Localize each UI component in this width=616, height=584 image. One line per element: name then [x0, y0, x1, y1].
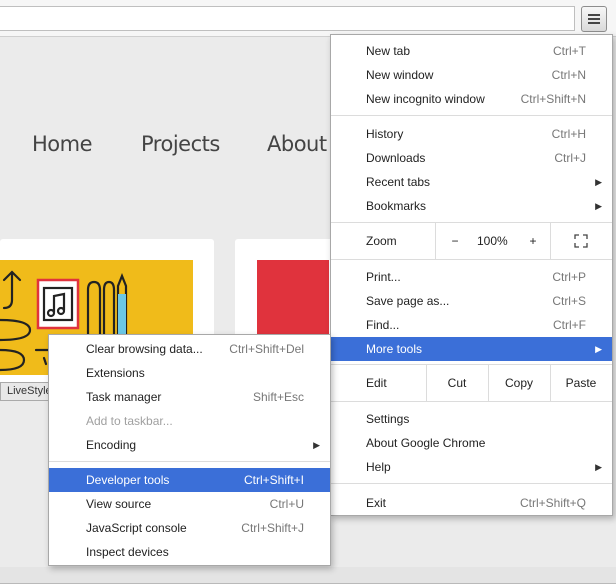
menu-item-history[interactable]: History Ctrl+H: [331, 122, 612, 146]
menu-item-help[interactable]: Help ▶: [331, 455, 612, 479]
menu-item-recent-tabs[interactable]: Recent tabs ▶: [331, 170, 612, 194]
menu-item-bookmarks[interactable]: Bookmarks ▶: [331, 194, 612, 218]
menu-item-new-incognito[interactable]: New incognito window Ctrl+Shift+N: [331, 87, 612, 111]
menu-item-shortcut: Ctrl+F: [553, 318, 586, 332]
menu-item-shortcut: Ctrl+N: [551, 68, 586, 82]
menu-item-print[interactable]: Print... Ctrl+P: [331, 265, 612, 289]
menu-item-save-page[interactable]: Save page as... Ctrl+S: [331, 289, 612, 313]
menu-item-label: Bookmarks: [366, 199, 427, 213]
menu-item-label: Save page as...: [366, 294, 450, 308]
submenu-arrow-icon: ▶: [595, 177, 602, 187]
zoom-label: Zoom: [366, 234, 397, 248]
menu-separator: [331, 483, 612, 484]
hamburger-menu-icon: [588, 14, 600, 24]
menu-item-developer-tools[interactable]: Developer tools Ctrl+Shift+I: [49, 468, 330, 492]
fullscreen-button[interactable]: [569, 223, 593, 262]
menu-separator: [331, 401, 612, 402]
menu-item-shortcut: Ctrl+U: [269, 497, 304, 511]
nav-home[interactable]: Home: [32, 132, 93, 156]
menu-item-shortcut: Shift+Esc: [252, 390, 304, 404]
menu-item-label: History: [366, 127, 404, 141]
menu-item-shortcut: Ctrl+Shift+Q: [519, 496, 586, 510]
menu-item-task-manager[interactable]: Task manager Shift+Esc: [49, 385, 330, 409]
submenu-arrow-icon: ▶: [595, 201, 602, 211]
menu-item-shortcut: Ctrl+Shift+J: [241, 521, 304, 535]
menu-item-label: About Google Chrome: [366, 436, 486, 450]
menu-item-settings[interactable]: Settings: [331, 407, 612, 431]
edit-label: Edit: [366, 376, 387, 390]
menu-item-label: Task manager: [86, 390, 162, 404]
tooltip: LiveStyle: [0, 382, 50, 401]
menu-item-shortcut: Ctrl+H: [551, 127, 586, 141]
zoom-row: Zoom − 100% +: [331, 223, 612, 259]
menu-item-label: Settings: [366, 412, 410, 426]
menu-item-label: Developer tools: [86, 473, 170, 487]
menu-item-encoding[interactable]: Encoding ▶: [49, 433, 330, 457]
address-bar[interactable]: [0, 6, 575, 31]
menu-item-exit[interactable]: Exit Ctrl+Shift+Q: [331, 491, 612, 515]
menu-item-label: JavaScript console: [86, 521, 187, 535]
menu-item-label: Extensions: [86, 366, 145, 380]
menu-item-view-source[interactable]: View source Ctrl+U: [49, 492, 330, 516]
page-footer-strip: [0, 567, 616, 583]
menu-separator: [331, 115, 612, 116]
submenu-arrow-icon: ▶: [595, 462, 602, 472]
menu-item-label: Add to taskbar...: [86, 414, 173, 428]
menu-separator: [331, 259, 612, 260]
menu-item-clear-browsing-data[interactable]: Clear browsing data... Ctrl+Shift+Del: [49, 337, 330, 361]
menu-separator: [49, 461, 330, 462]
cell-divider: [435, 223, 436, 259]
menu-item-label: New tab: [366, 44, 411, 58]
copy-button[interactable]: Copy: [489, 365, 549, 401]
menu-item-shortcut: Ctrl+S: [552, 294, 586, 308]
edit-row: Edit Cut Copy Paste: [331, 365, 612, 401]
menu-item-shortcut: Ctrl+Shift+N: [520, 92, 586, 106]
menu-item-label: Recent tabs: [366, 175, 431, 189]
menu-item-new-tab[interactable]: New tab Ctrl+T: [331, 39, 612, 63]
menu-item-label: Inspect devices: [86, 545, 169, 559]
menu-item-label: Exit: [366, 496, 387, 510]
fullscreen-icon: [574, 234, 588, 248]
menu-item-label: Downloads: [366, 151, 426, 165]
menu-item-downloads[interactable]: Downloads Ctrl+J: [331, 146, 612, 170]
cell-divider: [550, 223, 551, 259]
zoom-out-button[interactable]: −: [443, 223, 467, 259]
menu-item-shortcut: Ctrl+P: [552, 270, 586, 284]
menu-item-label: Help: [366, 460, 391, 474]
menu-item-label: View source: [86, 497, 152, 511]
menu-item-label: More tools: [366, 342, 423, 356]
submenu-arrow-icon: ▶: [313, 440, 320, 450]
cut-button[interactable]: Cut: [427, 365, 487, 401]
zoom-in-button[interactable]: +: [521, 223, 545, 259]
menu-item-about[interactable]: About Google Chrome: [331, 431, 612, 455]
menu-item-add-to-taskbar: Add to taskbar...: [49, 409, 330, 433]
menu-item-label: Print...: [366, 270, 401, 284]
menu-item-label: New incognito window: [366, 92, 485, 106]
paste-button[interactable]: Paste: [551, 365, 611, 401]
menu-item-shortcut: Ctrl+Shift+I: [243, 473, 304, 487]
menu-item-new-window[interactable]: New window Ctrl+N: [331, 63, 612, 87]
menu-item-javascript-console[interactable]: JavaScript console Ctrl+Shift+J: [49, 516, 330, 540]
menu-item-shortcut: Ctrl+Shift+Del: [229, 342, 304, 356]
menu-item-label: New window: [366, 68, 434, 82]
menu-item-find[interactable]: Find... Ctrl+F: [331, 313, 612, 337]
zoom-level: 100%: [477, 234, 508, 248]
nav-about[interactable]: About: [267, 132, 327, 156]
menu-item-label: Find...: [366, 318, 400, 332]
more-tools-submenu: Clear browsing data... Ctrl+Shift+Del Ex…: [48, 334, 331, 566]
menu-item-label: Clear browsing data...: [86, 342, 203, 356]
menu-item-label: Encoding: [86, 438, 137, 452]
submenu-arrow-icon: ▶: [595, 344, 602, 354]
menu-item-shortcut: Ctrl+T: [553, 44, 586, 58]
nav-projects[interactable]: Projects: [141, 132, 220, 156]
menu-item-extensions[interactable]: Extensions: [49, 361, 330, 385]
menu-item-more-tools[interactable]: More tools ▶: [331, 337, 612, 361]
menu-item-inspect-devices[interactable]: Inspect devices: [49, 540, 330, 564]
chrome-menu-button[interactable]: [581, 6, 607, 32]
browser-toolbar: [0, 0, 616, 37]
chrome-main-menu: New tab Ctrl+T New window Ctrl+N New inc…: [330, 34, 613, 516]
menu-item-shortcut: Ctrl+J: [554, 151, 586, 165]
